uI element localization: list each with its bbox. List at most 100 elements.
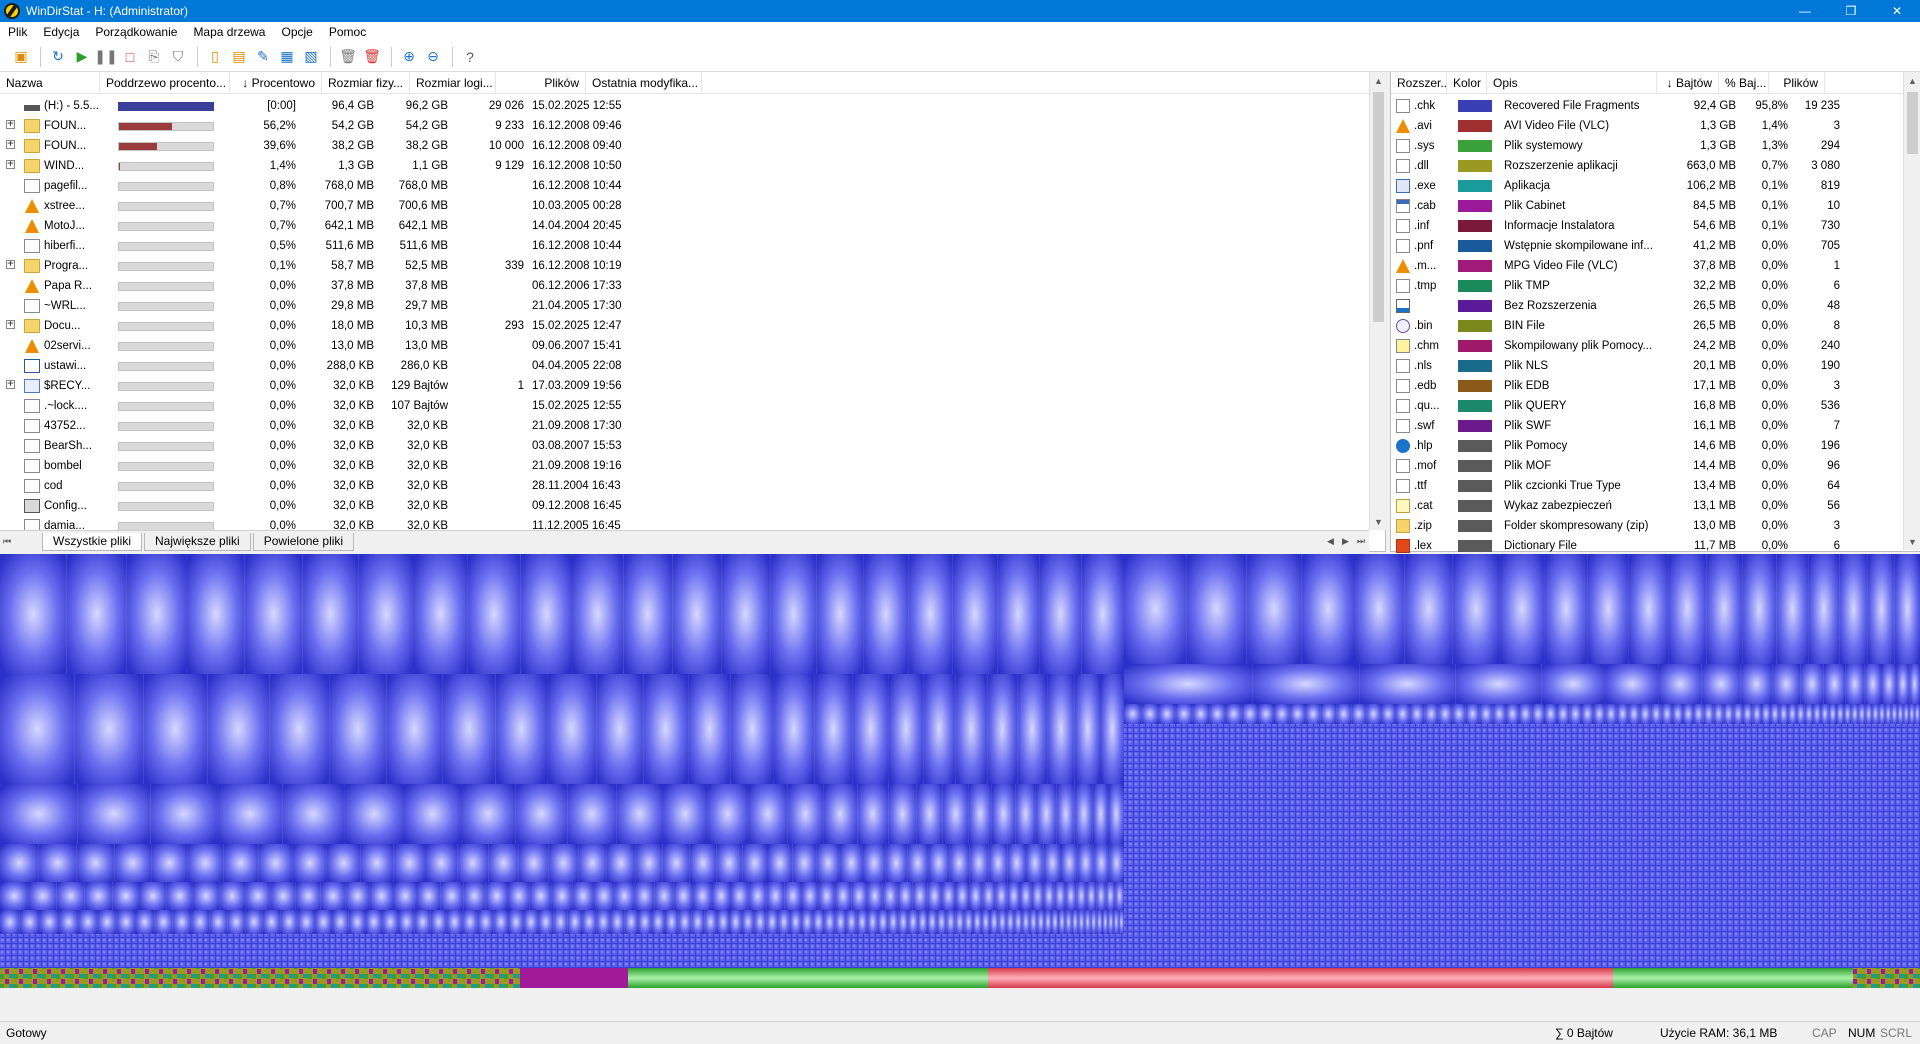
- treemap-tile[interactable]: [1438, 704, 1453, 724]
- treemap-tile[interactable]: [529, 882, 552, 910]
- treemap-tile[interactable]: [917, 910, 928, 934]
- treemap-tile[interactable]: [116, 910, 136, 934]
- extension-row[interactable]: .dll Rozszerzenie aplikacji 663,0 MB 0,7% 3 …: [1391, 156, 1846, 176]
- expand-toggle-icon[interactable]: +: [6, 380, 20, 392]
- treemap-tile[interactable]: [1058, 910, 1066, 934]
- treemap-tile[interactable]: [74, 674, 144, 784]
- treemap-tile[interactable]: [816, 554, 864, 674]
- header-name[interactable]: Nazwa: [0, 71, 100, 94]
- treemap-tile[interactable]: [928, 844, 950, 882]
- treemap-tile[interactable]: [1661, 704, 1673, 724]
- header-logical-size[interactable]: Rozmiar logi...: [410, 71, 496, 94]
- treemap-tile[interactable]: [1891, 704, 1898, 724]
- treemap-tile[interactable]: [907, 844, 929, 882]
- treemap-tile[interactable]: [547, 674, 597, 784]
- treemap-tile[interactable]: [748, 882, 767, 910]
- treemap-tile[interactable]: [282, 784, 345, 844]
- treemap-tile[interactable]: [969, 882, 983, 910]
- treemap-tile[interactable]: [1858, 704, 1866, 724]
- treemap-tile[interactable]: [998, 910, 1007, 934]
- pause-icon[interactable]: ❚❚: [94, 46, 117, 68]
- treemap-tile[interactable]: [0, 844, 39, 882]
- treemap-tile[interactable]: [888, 910, 899, 934]
- treemap-tile[interactable]: [1105, 882, 1116, 910]
- treemap-tile[interactable]: [1772, 664, 1801, 704]
- recycle-icon[interactable]: 🗑: [337, 46, 359, 68]
- expand-plus-icon[interactable]: +: [6, 260, 15, 269]
- treemap[interactable]: [0, 554, 1920, 1019]
- treemap-tile[interactable]: [59, 910, 79, 934]
- treemap-tile[interactable]: [1828, 704, 1837, 724]
- treemap-tile[interactable]: [262, 910, 281, 934]
- treemap-tile[interactable]: [748, 784, 788, 844]
- treemap-tile[interactable]: [664, 910, 679, 934]
- treemap-tile[interactable]: [567, 784, 617, 844]
- treemap-tile[interactable]: [614, 882, 635, 910]
- treemap-tile[interactable]: [982, 882, 996, 910]
- treemap-tile[interactable]: [888, 674, 924, 784]
- treemap-tile[interactable]: [398, 910, 415, 934]
- treemap-tile[interactable]: [446, 910, 463, 934]
- treemap-background[interactable]: [0, 988, 1920, 1019]
- treemap-tile[interactable]: [1845, 664, 1865, 704]
- treemap-tile[interactable]: [0, 784, 78, 844]
- treemap-tile[interactable]: [1593, 704, 1606, 724]
- extension-row[interactable]: .edb Plik EDB 17,1 MB 0,0% 3: [1391, 376, 1846, 396]
- treemap-tile[interactable]: [1581, 704, 1594, 724]
- treemap-tile[interactable]: [1897, 704, 1904, 724]
- treemap-tile[interactable]: [643, 674, 689, 784]
- treemap-tile[interactable]: [862, 844, 886, 882]
- treemap-tile[interactable]: [114, 844, 152, 882]
- treemap-tile[interactable]: [1914, 704, 1920, 724]
- tree-row[interactable]: + FOUN... 39,6% 38,2 GB 38,2 GB 10 000 16.12.2…: [0, 136, 630, 156]
- menu-cleanup[interactable]: Porządkowanie: [87, 25, 185, 39]
- treemap-tile[interactable]: [801, 910, 813, 934]
- treemap-tile[interactable]: [1733, 704, 1743, 724]
- expand-plus-icon[interactable]: +: [6, 160, 15, 169]
- extension-row[interactable]: .chm Skompilowany plik Pomocy... 24,2 MB 0,…: [1391, 336, 1846, 356]
- treemap-tile[interactable]: [302, 554, 359, 674]
- header-percent[interactable]: ↓ Procentowo: [230, 71, 322, 94]
- treemap-tile[interactable]: [691, 910, 705, 934]
- treemap-tile[interactable]: [812, 910, 825, 934]
- treemap-tile[interactable]: [1258, 704, 1274, 724]
- treemap-tile[interactable]: [635, 844, 663, 882]
- extension-row[interactable]: .swf Plik SWF 16,1 MB 0,0% 7: [1391, 416, 1846, 436]
- extension-row[interactable]: .inf Informacje Instalatora 54,6 MB 0,1% 730: [1391, 216, 1846, 236]
- treemap-canvas[interactable]: [0, 554, 1920, 1019]
- tab-nav-first-icon[interactable]: ⏮: [0, 536, 14, 547]
- treemap-tile[interactable]: [1035, 784, 1057, 844]
- treemap-tile[interactable]: [711, 882, 731, 910]
- treemap-tile[interactable]: [488, 844, 519, 882]
- treemap-tile[interactable]: [1246, 554, 1302, 664]
- treemap-tile[interactable]: [457, 844, 489, 882]
- treemap-tile[interactable]: [1867, 554, 1895, 664]
- treemap-tile[interactable]: [1706, 554, 1743, 664]
- treemap-tile[interactable]: [1124, 664, 1253, 704]
- tree-row[interactable]: pagefil... 0,8% 768,0 MB 768,0 MB 16.12.2008…: [0, 176, 630, 196]
- treemap-tile[interactable]: [863, 554, 909, 674]
- tree-row[interactable]: xstree... 0,7% 700,7 MB 700,6 MB 10.03.2005 …: [0, 196, 630, 216]
- extension-row[interactable]: .zip Folder skompresowany (zip) 13,0 MB 0,0…: [1391, 516, 1846, 536]
- treemap-tile[interactable]: [425, 844, 458, 882]
- treemap-tile[interactable]: [245, 882, 271, 910]
- treemap-tile[interactable]: [1015, 784, 1036, 844]
- treemap-tile[interactable]: [1752, 704, 1762, 724]
- treemap-tile[interactable]: [326, 844, 361, 882]
- treemap-tile[interactable]: [135, 910, 155, 934]
- treemap-tile[interactable]: [292, 844, 327, 882]
- treemap-tile[interactable]: [835, 910, 847, 934]
- treemap-tile[interactable]: [1017, 674, 1048, 784]
- treemap-tile[interactable]: [721, 554, 771, 674]
- header-extension[interactable]: Rozszer...: [1391, 71, 1447, 94]
- tree-row[interactable]: 02servi... 0,0% 13,0 MB 13,0 MB 09.06.2007 1…: [0, 336, 630, 356]
- treemap-tile[interactable]: [1192, 704, 1210, 724]
- treemap-tile[interactable]: [548, 844, 579, 882]
- minimize-button[interactable]: —: [1782, 0, 1828, 22]
- treemap-tile[interactable]: [1026, 844, 1044, 882]
- treemap-tile[interactable]: [766, 882, 785, 910]
- scroll-thumb[interactable]: [1907, 92, 1918, 154]
- treemap-tile[interactable]: [678, 910, 692, 934]
- treemap-tile[interactable]: [358, 554, 414, 674]
- treemap-tile[interactable]: [672, 554, 722, 674]
